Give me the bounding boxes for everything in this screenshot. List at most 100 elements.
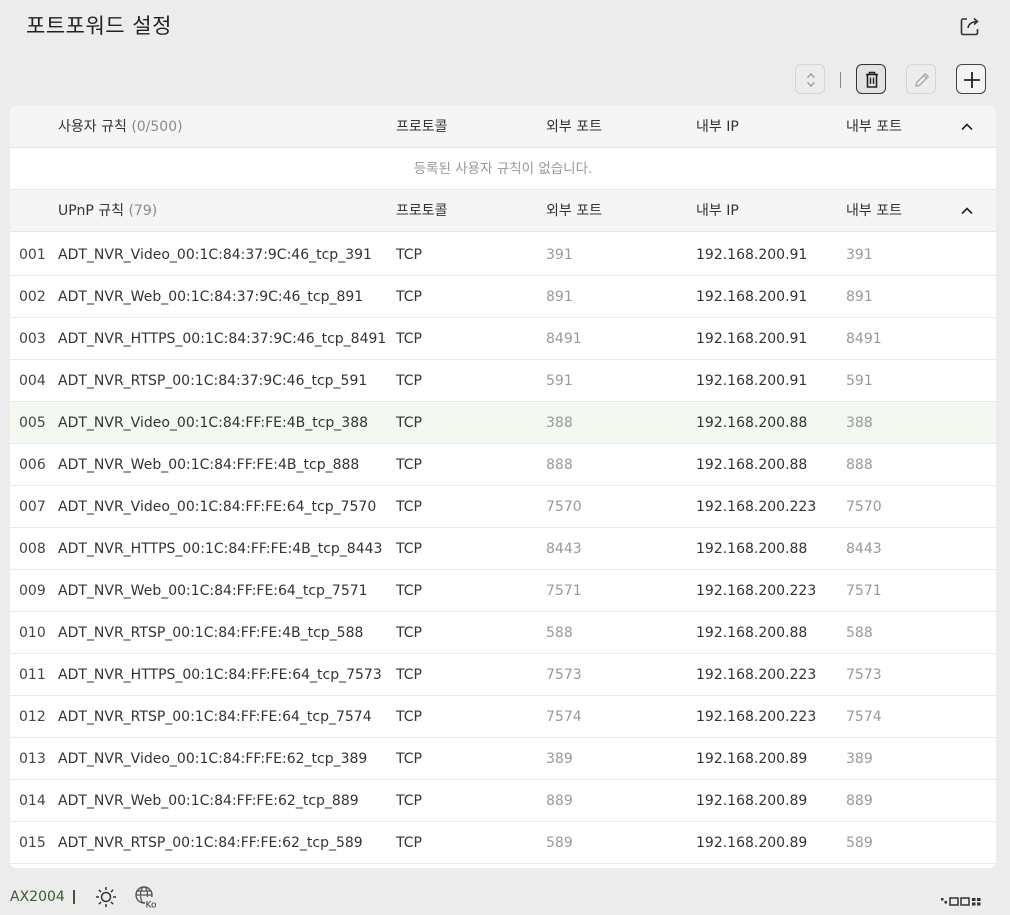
internal-port: 391 bbox=[846, 247, 873, 263]
table-row[interactable]: 012 ADT_NVR_RTSP_00:1C:84:FF:FE:64_tcp_7… bbox=[10, 696, 996, 738]
internal-ip: 192.168.200.89 bbox=[696, 793, 808, 809]
toolbar bbox=[0, 62, 1010, 98]
row-number: 009 bbox=[19, 583, 46, 599]
rule-name: ADT_NVR_HTTPS_00:1C:84:37:9C:46_tcp_8491 bbox=[58, 331, 387, 347]
user-rules-header[interactable]: 사용자 규칙 (0/500) 프로토콜 외부 포트 내부 IP 내부 포트 bbox=[10, 106, 996, 148]
internal-port: 591 bbox=[846, 373, 873, 389]
protocol: TCP bbox=[396, 583, 422, 599]
upnp-rules-count: (79) bbox=[128, 203, 158, 219]
layout-grid-icon[interactable] bbox=[940, 884, 996, 910]
internal-port: 8491 bbox=[846, 331, 882, 347]
internal-ip: 192.168.200.88 bbox=[696, 415, 808, 431]
protocol: TCP bbox=[396, 289, 422, 305]
internal-port: 7571 bbox=[846, 583, 882, 599]
sort-button[interactable] bbox=[795, 64, 825, 94]
internal-port: 588 bbox=[846, 625, 873, 641]
language-badge: Ko bbox=[146, 901, 157, 911]
col-internal-port: 내부 포트 bbox=[846, 119, 902, 135]
row-number: 007 bbox=[19, 499, 46, 515]
sun-icon[interactable] bbox=[93, 884, 119, 910]
external-port: 588 bbox=[546, 625, 573, 641]
toolbar-divider bbox=[840, 72, 841, 88]
external-port: 888 bbox=[546, 457, 573, 473]
user-rules-label: 사용자 규칙 bbox=[58, 119, 127, 135]
protocol: TCP bbox=[396, 373, 422, 389]
model-name: AX2004 bbox=[10, 889, 65, 905]
external-port: 589 bbox=[546, 835, 573, 851]
table-row[interactable]: 014 ADT_NVR_Web_00:1C:84:FF:FE:62_tcp_88… bbox=[10, 780, 996, 822]
protocol: TCP bbox=[396, 667, 422, 683]
port-forward-table: 사용자 규칙 (0/500) 프로토콜 외부 포트 내부 IP 내부 포트 등록… bbox=[10, 106, 996, 868]
col-external-port: 외부 포트 bbox=[546, 203, 602, 219]
table-row[interactable]: 009 ADT_NVR_Web_00:1C:84:FF:FE:64_tcp_75… bbox=[10, 570, 996, 612]
edit-button[interactable] bbox=[906, 64, 936, 94]
row-number: 010 bbox=[19, 625, 46, 641]
rule-name: ADT_NVR_RTSP_00:1C:84:FF:FE:64_tcp_7574 bbox=[58, 709, 372, 725]
upnp-rules-header[interactable]: UPnP 규칙 (79) 프로토콜 외부 포트 내부 IP 내부 포트 bbox=[10, 190, 996, 232]
external-port: 391 bbox=[546, 247, 573, 263]
table-row[interactable]: 005 ADT_NVR_Video_00:1C:84:FF:FE:4B_tcp_… bbox=[10, 402, 996, 444]
table-row[interactable]: 011 ADT_NVR_HTTPS_00:1C:84:FF:FE:64_tcp_… bbox=[10, 654, 996, 696]
external-port: 389 bbox=[546, 751, 573, 767]
user-rules-title: 사용자 규칙 (0/500) bbox=[58, 106, 183, 148]
external-port: 7570 bbox=[546, 499, 582, 515]
protocol: TCP bbox=[396, 751, 422, 767]
pencil-icon bbox=[915, 72, 930, 87]
protocol: TCP bbox=[396, 835, 422, 851]
chevron-up-icon[interactable] bbox=[958, 118, 976, 136]
table-row[interactable]: 004 ADT_NVR_RTSP_00:1C:84:37:9C:46_tcp_5… bbox=[10, 360, 996, 402]
external-port: 8491 bbox=[546, 331, 582, 347]
table-row[interactable]: 015 ADT_NVR_RTSP_00:1C:84:FF:FE:62_tcp_5… bbox=[10, 822, 996, 864]
table-row[interactable]: 013 ADT_NVR_Video_00:1C:84:FF:FE:62_tcp_… bbox=[10, 738, 996, 780]
internal-ip: 192.168.200.88 bbox=[696, 625, 808, 641]
empty-message: 등록된 사용자 규칙이 없습니다. bbox=[10, 148, 996, 190]
chevron-up-icon[interactable] bbox=[958, 202, 976, 220]
rule-name: ADT_NVR_Web_00:1C:84:FF:FE:62_tcp_889 bbox=[58, 793, 359, 809]
rule-name: ADT_NVR_Web_00:1C:84:37:9C:46_tcp_891 bbox=[58, 289, 364, 305]
protocol: TCP bbox=[396, 793, 422, 809]
table-row[interactable]: 010 ADT_NVR_RTSP_00:1C:84:FF:FE:4B_tcp_5… bbox=[10, 612, 996, 654]
table-row[interactable]: 001 ADT_NVR_Video_00:1C:84:37:9C:46_tcp_… bbox=[10, 234, 996, 276]
title-bar: 포트포워드 설정 bbox=[0, 0, 1010, 56]
upnp-rules-label: UPnP 규칙 bbox=[58, 203, 124, 219]
internal-port: 889 bbox=[846, 793, 873, 809]
plus-icon bbox=[964, 72, 980, 88]
footer-bar: AX2004 Ko bbox=[0, 878, 1010, 915]
table-row[interactable]: 003 ADT_NVR_HTTPS_00:1C:84:37:9C:46_tcp_… bbox=[10, 318, 996, 360]
external-port: 891 bbox=[546, 289, 573, 305]
upnp-rules-title: UPnP 규칙 (79) bbox=[58, 190, 157, 232]
row-number: 008 bbox=[19, 541, 46, 557]
table-row[interactable]: 002 ADT_NVR_Web_00:1C:84:37:9C:46_tcp_89… bbox=[10, 276, 996, 318]
row-number: 015 bbox=[19, 835, 46, 851]
trash-icon bbox=[866, 71, 878, 88]
row-number: 006 bbox=[19, 457, 46, 473]
internal-ip: 192.168.200.88 bbox=[696, 457, 808, 473]
rule-name: ADT_NVR_Web_00:1C:84:FF:FE:4B_tcp_888 bbox=[58, 457, 360, 473]
export-icon[interactable] bbox=[956, 12, 984, 40]
external-port: 889 bbox=[546, 793, 573, 809]
internal-port: 888 bbox=[846, 457, 873, 473]
internal-port: 388 bbox=[846, 415, 873, 431]
row-number: 013 bbox=[19, 751, 46, 767]
row-number: 001 bbox=[19, 247, 46, 263]
internal-ip: 192.168.200.223 bbox=[696, 709, 817, 725]
internal-ip: 192.168.200.223 bbox=[696, 667, 817, 683]
col-protocol: 프로토콜 bbox=[396, 119, 448, 135]
internal-port: 891 bbox=[846, 289, 873, 305]
page-title: 포트포워드 설정 bbox=[26, 14, 172, 38]
add-button[interactable] bbox=[956, 64, 986, 94]
table-row[interactable]: 008 ADT_NVR_HTTPS_00:1C:84:FF:FE:4B_tcp_… bbox=[10, 528, 996, 570]
globe-icon[interactable]: Ko bbox=[133, 884, 159, 911]
table-row[interactable]: 007 ADT_NVR_Video_00:1C:84:FF:FE:64_tcp_… bbox=[10, 486, 996, 528]
internal-port: 8443 bbox=[846, 541, 882, 557]
external-port: 591 bbox=[546, 373, 573, 389]
external-port: 388 bbox=[546, 415, 573, 431]
rule-name: ADT_NVR_Web_00:1C:84:FF:FE:64_tcp_7571 bbox=[58, 583, 368, 599]
external-port: 7574 bbox=[546, 709, 582, 725]
internal-port: 7574 bbox=[846, 709, 882, 725]
table-row[interactable]: 006 ADT_NVR_Web_00:1C:84:FF:FE:4B_tcp_88… bbox=[10, 444, 996, 486]
protocol: TCP bbox=[396, 331, 422, 347]
rule-name: ADT_NVR_HTTPS_00:1C:84:FF:FE:64_tcp_7573 bbox=[58, 667, 382, 683]
rule-name: ADT_NVR_Video_00:1C:84:FF:FE:64_tcp_7570 bbox=[58, 499, 377, 515]
delete-button[interactable] bbox=[856, 64, 886, 94]
